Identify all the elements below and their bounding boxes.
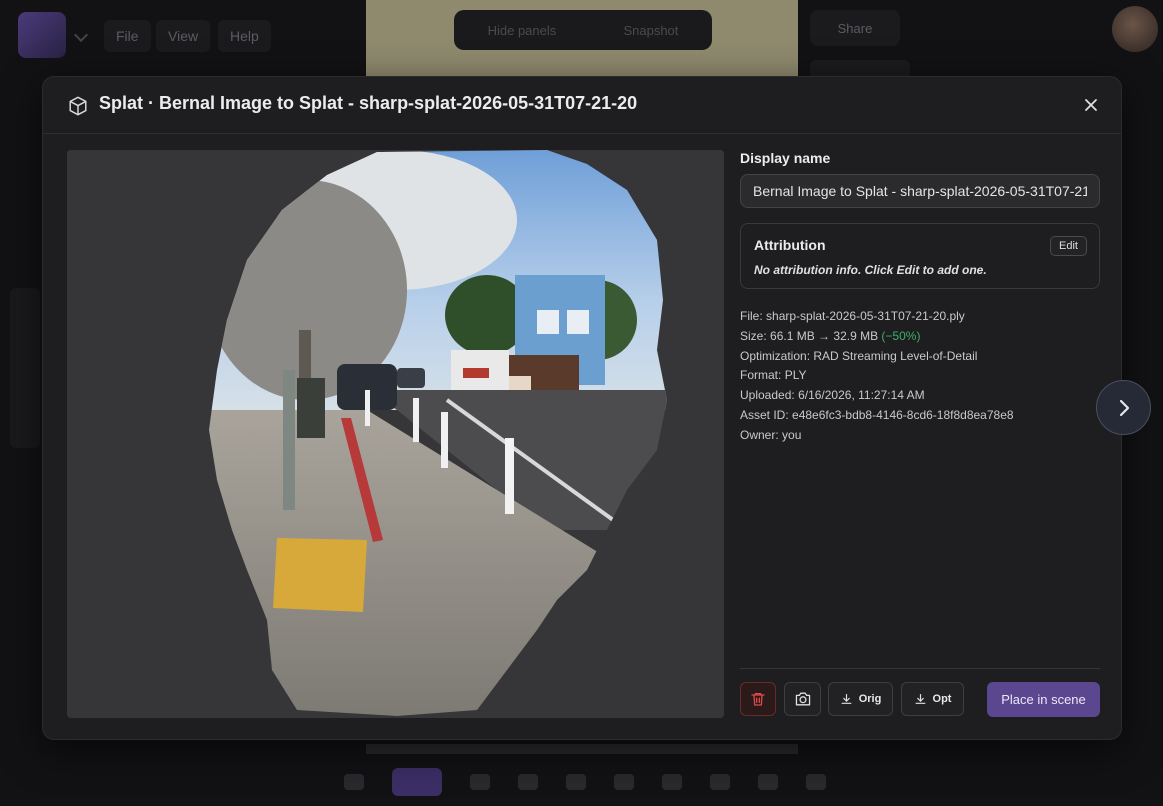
tool-icon: [662, 774, 682, 790]
meta-size: Size: 66.1 MB → 32.9 MB (−50%): [740, 328, 921, 343]
snapshot-button: Snapshot: [623, 22, 679, 38]
share-button: Share: [810, 10, 900, 46]
close-icon: [1085, 99, 1097, 111]
tool-icon: [614, 774, 634, 790]
meta-optimization: Optimization: RAD Streaming Level-of-Det…: [740, 348, 978, 363]
menu-file: File: [104, 20, 151, 52]
tool-icon: [758, 774, 778, 790]
scene-toolbar: Hide panels Snapshot: [454, 10, 712, 50]
delete-button[interactable]: [740, 682, 776, 716]
modal-title: Splat · Bernal Image to Splat - sharp-sp…: [99, 93, 638, 113]
meta-asset-id: Asset ID: e48e6fc3-bdb8-4146-8cd6-18f8d8…: [740, 407, 1014, 422]
left-panel: [10, 288, 40, 448]
app-logo: [18, 12, 66, 58]
snapshot-button[interactable]: [784, 682, 821, 716]
menu-help: Help: [218, 20, 271, 52]
attribution-box: Attribution Edit No attribution info. Cl…: [740, 223, 1100, 289]
avatar: [1112, 6, 1158, 52]
download-original-label: Orig: [858, 693, 882, 705]
download-original-button[interactable]: Orig: [828, 682, 893, 716]
download-icon: [915, 693, 925, 704]
meta-format: Format: PLY: [740, 368, 807, 383]
next-asset-button[interactable]: [1096, 380, 1151, 435]
place-in-scene-button[interactable]: Place in scene: [987, 682, 1100, 717]
download-optimized-button[interactable]: Opt: [901, 682, 964, 716]
footer-divider: [740, 668, 1100, 669]
edit-attribution-button[interactable]: Edit: [1050, 236, 1087, 256]
download-icon: [841, 693, 852, 704]
tool-icon: [806, 774, 826, 790]
modal-header: Splat · Bernal Image to Splat - sharp-sp…: [43, 77, 1121, 134]
asset-metadata: File: sharp-splat-2026-05-31T07-21-20.pl…: [740, 307, 1014, 446]
timeline-bar: [366, 744, 798, 754]
camera-icon: [795, 692, 810, 706]
chevron-right-icon: [1119, 399, 1129, 416]
attribution-note: No attribution info. Click Edit to add o…: [754, 263, 987, 277]
splat-preview-image: [67, 150, 724, 718]
splat-preview[interactable]: [67, 150, 724, 718]
attribution-title: Attribution: [754, 237, 826, 253]
meta-uploaded: Uploaded: 6/16/2026, 11:27:14 AM: [740, 388, 925, 403]
meta-owner: Owner: you: [740, 427, 802, 442]
display-name-input[interactable]: [740, 174, 1100, 208]
size-reduction: (−50%): [881, 328, 921, 343]
tool-icon-active: [392, 768, 442, 796]
display-name-label: Display name: [740, 150, 831, 166]
download-optimized-label: Opt: [932, 693, 952, 705]
details-panel: Display name Attribution Edit No attribu…: [740, 150, 1100, 718]
meta-file: File: sharp-splat-2026-05-31T07-21-20.pl…: [740, 309, 965, 323]
hide-panels-button: Hide panels: [487, 22, 557, 38]
menu-view: View: [156, 20, 211, 52]
tool-icon: [566, 774, 586, 790]
bottom-toolbar: [330, 764, 840, 800]
tool-icon: [470, 774, 490, 790]
tool-icon: [710, 774, 730, 790]
chevron-down-icon: [73, 27, 89, 43]
tool-icon: [518, 774, 538, 790]
cube-icon: [69, 96, 87, 116]
trash-icon: [751, 693, 765, 706]
close-button[interactable]: [1079, 93, 1103, 117]
splat-details-modal: Splat · Bernal Image to Splat - sharp-sp…: [42, 76, 1122, 740]
tool-icon: [344, 774, 364, 790]
